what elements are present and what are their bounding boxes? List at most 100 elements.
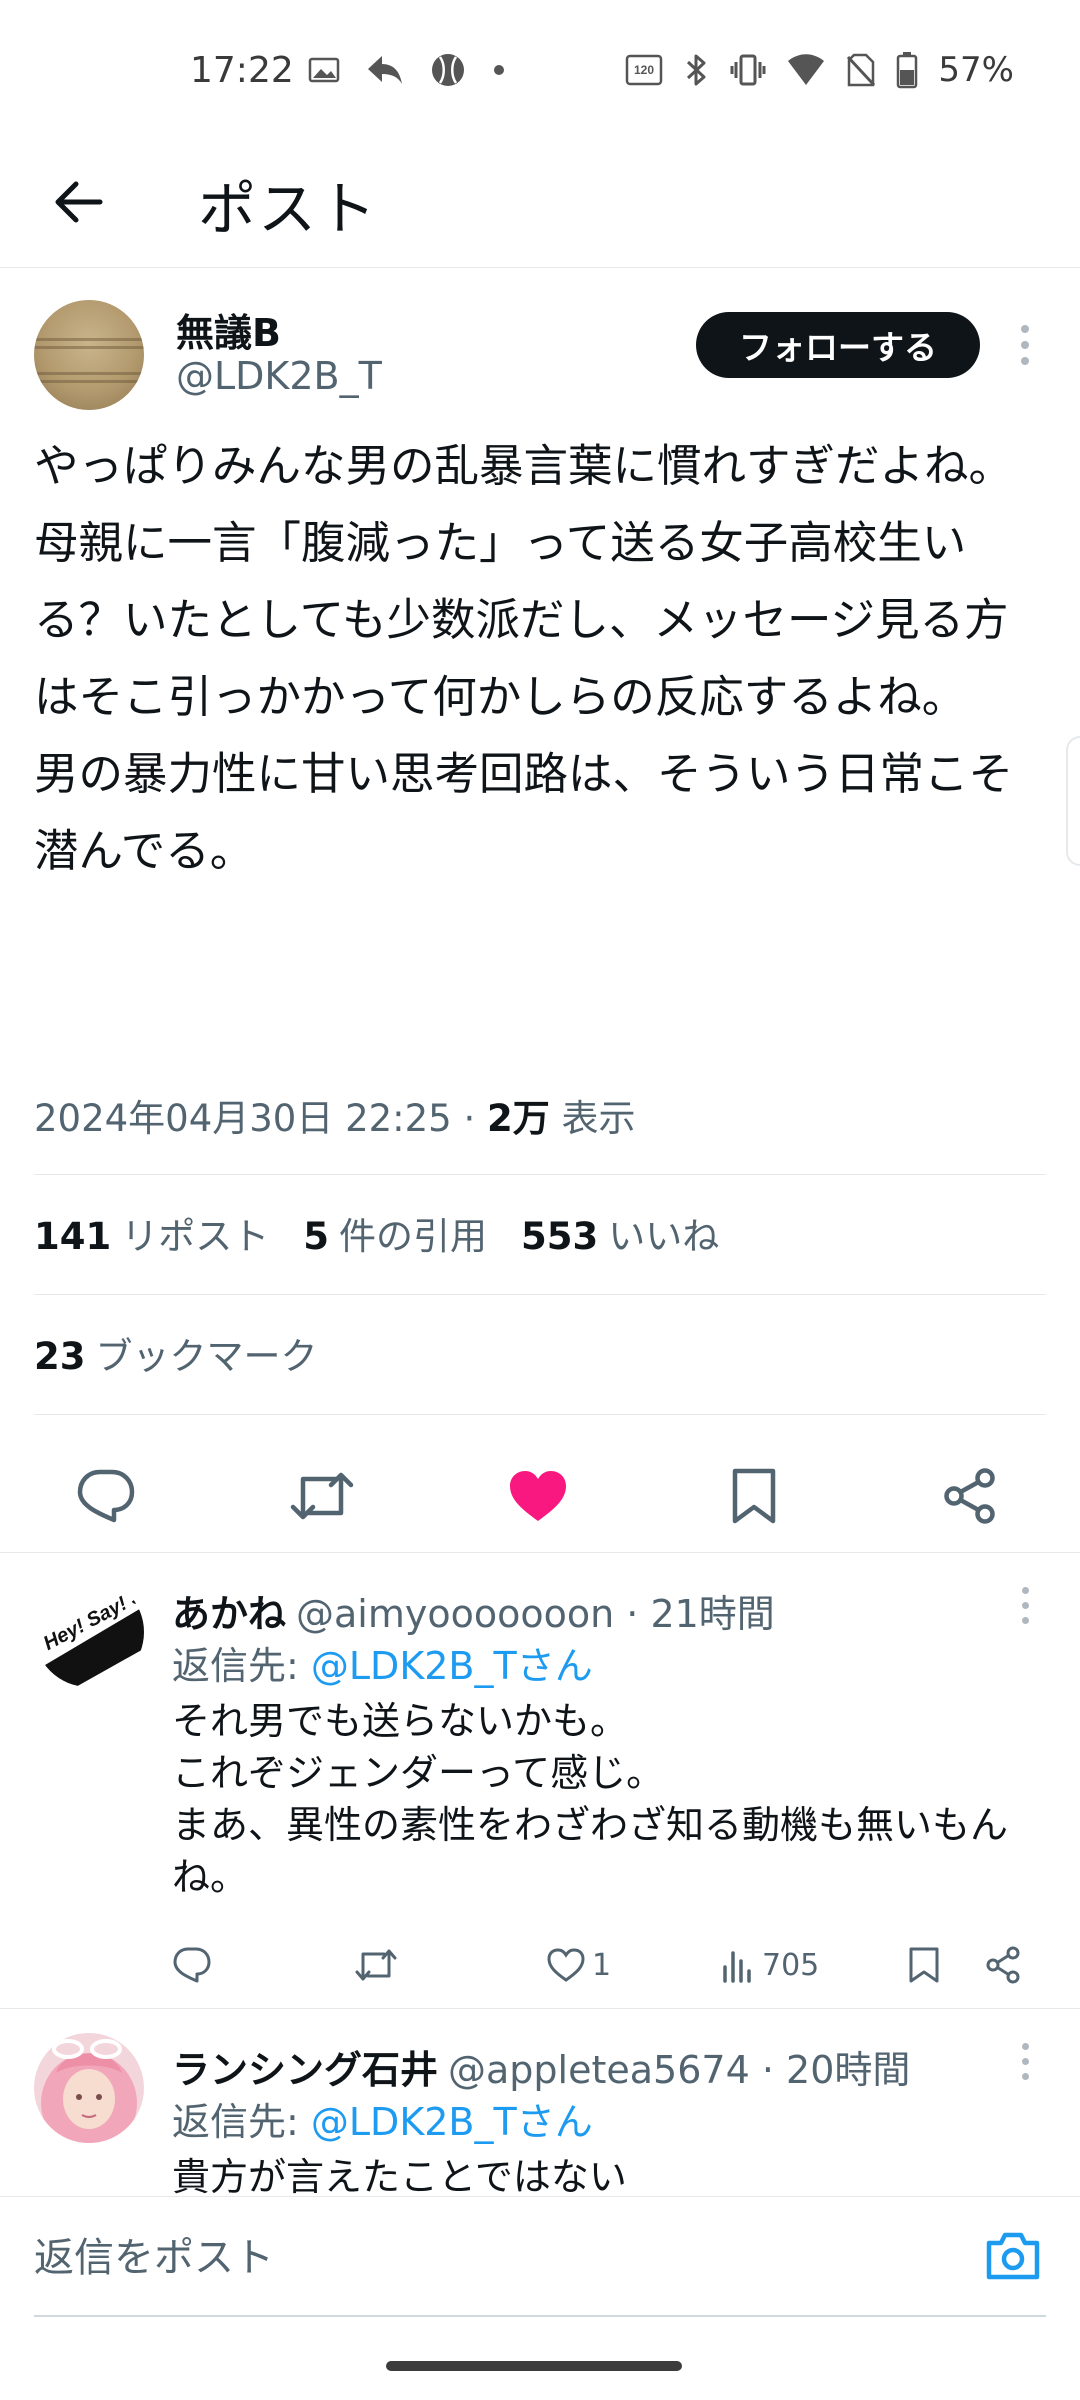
back-arrow-icon xyxy=(55,181,103,223)
reply-views-count: 705 xyxy=(762,1947,820,1983)
bookmark-icon xyxy=(909,1947,939,1983)
reply-like-count: 1 xyxy=(592,1947,612,1983)
bookmark-button[interactable] xyxy=(716,1458,792,1534)
share-icon xyxy=(986,1946,1020,1984)
reply-header: あかね @aimyooooooon · 21時間 xyxy=(172,1583,775,1638)
author-name[interactable]: 無議B xyxy=(176,302,281,357)
baseball-icon xyxy=(430,52,466,88)
quotes-label: 件の引用 xyxy=(338,1215,487,1258)
reply-to-prefix: 返信先: xyxy=(172,1644,311,1688)
reply-timestamp: · 21時間 xyxy=(626,1592,775,1636)
reply-to-link[interactable]: @LDK2B_Tさん xyxy=(311,2100,593,2144)
status-bar: 17:22 120 57% xyxy=(0,0,1080,150)
reply-input[interactable]: 返信をポスト xyxy=(34,2225,274,2283)
divider xyxy=(34,1414,1046,1415)
author-avatar[interactable] xyxy=(34,300,144,410)
reply-button[interactable] xyxy=(68,1458,144,1534)
edge-handle[interactable] xyxy=(1066,736,1080,866)
post-text: やっぱりみんな男の乱暴言葉に慣れすぎだよね。 母親に一言「腹減った」って送る女子… xyxy=(34,441,1014,877)
reply-avatar[interactable] xyxy=(34,2033,144,2143)
reply-author-name[interactable]: あかね xyxy=(172,1592,286,1636)
reply-timestamp: · 20時間 xyxy=(761,2048,911,2092)
reply-more-icon[interactable] xyxy=(1010,1583,1040,1627)
reply-author-handle[interactable]: @aimyooooooon xyxy=(296,1592,614,1636)
divider xyxy=(34,1294,1046,1295)
reply-to-link[interactable]: @LDK2B_Tさん xyxy=(311,1644,593,1688)
status-system-icons: 120 57% xyxy=(624,50,1014,90)
quotes-count: 5 xyxy=(303,1215,329,1258)
bookmarks-label: ブックマーク xyxy=(95,1335,318,1378)
refresh-rate-120hz-icon: 120 xyxy=(624,53,664,87)
reposts-label: リポスト xyxy=(121,1215,270,1258)
reply-author-name[interactable]: ランシング石井 xyxy=(172,2048,438,2092)
repost-icon xyxy=(355,1949,397,1981)
dot-icon xyxy=(492,63,506,77)
reply-icon xyxy=(173,1947,211,1983)
camera-button[interactable] xyxy=(978,2221,1048,2291)
bookmarks-count: 23 xyxy=(34,1335,86,1378)
reply-more-icon[interactable] xyxy=(1010,2039,1040,2083)
more-options-icon[interactable] xyxy=(1010,320,1040,370)
refresh-rate-text: 120 xyxy=(634,63,654,77)
follow-button[interactable]: フォローする xyxy=(696,312,980,378)
back-button[interactable] xyxy=(40,164,116,240)
reply-arrow-icon xyxy=(366,54,404,86)
reply-avatar-image: Hey! Say! JUMP xyxy=(34,1577,144,1687)
wifi-icon xyxy=(786,53,826,87)
reply-share-button[interactable] xyxy=(984,1935,1022,1995)
home-indicator[interactable] xyxy=(386,2361,682,2371)
post-action-bar xyxy=(0,1446,1080,1546)
heart-filled-icon xyxy=(510,1471,566,1521)
author-handle[interactable]: @LDK2B_T xyxy=(176,354,382,398)
post-meta: 2024年04月30日 22:25 · 2万 表示 xyxy=(34,1088,636,1142)
reply-repost-button[interactable] xyxy=(354,1935,398,1995)
engagement-stats: 141 リポスト 5 件の引用 553 いいね xyxy=(34,1206,719,1260)
heart-outline-icon xyxy=(547,1948,585,1982)
likes-count: 553 xyxy=(520,1215,599,1258)
analytics-icon xyxy=(723,1951,751,1983)
status-time: 17:22 xyxy=(190,50,294,91)
bookmarks-stat[interactable]: 23 ブックマーク xyxy=(34,1326,318,1380)
reposts-count: 141 xyxy=(34,1215,112,1258)
meta-separator: · xyxy=(463,1097,476,1140)
reply-avatar[interactable]: Hey! Say! JUMP xyxy=(34,1577,144,1687)
top-app-bar: ポスト xyxy=(0,150,1080,268)
gallery-icon xyxy=(308,56,340,84)
reply-text: それ男でも送らないかも。 これぞジェンダーって感じ。 まあ、異性の素性をわざわざ… xyxy=(172,1699,1009,1899)
battery-icon xyxy=(896,51,918,89)
post-datetime[interactable]: 2024年04月30日 22:25 xyxy=(34,1097,452,1140)
share-button[interactable] xyxy=(932,1458,1008,1534)
like-button[interactable] xyxy=(500,1458,576,1534)
reply-text: 貴方が言えたことではない xyxy=(172,2155,627,2196)
reply-item[interactable]: ランシング石井 @appletea5674 · 20時間 返信先: @LDK2B_… xyxy=(0,2009,1080,2196)
reply-views-button[interactable]: 705 xyxy=(720,1935,819,1995)
reply-to-line: 返信先: @LDK2B_Tさん xyxy=(172,2091,593,2146)
page-title: ポスト xyxy=(198,175,379,243)
reply-action-bar: 1 705 xyxy=(172,1935,1042,1995)
quotes-stat[interactable]: 5 件の引用 xyxy=(303,1206,487,1260)
reply-to-prefix: 返信先: xyxy=(172,2100,311,2144)
vibrate-icon xyxy=(730,53,766,87)
reply-bookmark-button[interactable] xyxy=(908,1935,940,1995)
reply-composer: 返信をポスト xyxy=(0,2196,1080,2318)
likes-stat[interactable]: 553 いいね xyxy=(521,1206,719,1260)
camera-icon xyxy=(986,2232,1040,2280)
reply-author-handle[interactable]: @appletea5674 xyxy=(448,2048,750,2092)
likes-label: いいね xyxy=(608,1215,720,1258)
bookmark-icon xyxy=(732,1468,776,1524)
share-icon xyxy=(944,1468,995,1524)
no-sim-icon xyxy=(846,53,876,87)
divider xyxy=(34,1174,1046,1175)
reposts-stat[interactable]: 141 リポスト xyxy=(34,1206,269,1260)
reply-header: ランシング石井 @appletea5674 · 20時間 xyxy=(172,2039,910,2094)
repost-button[interactable] xyxy=(284,1458,360,1534)
reply-item[interactable]: Hey! Say! JUMP あかね @aimyooooooon · 21時間 返… xyxy=(0,1553,1080,2007)
input-underline xyxy=(34,2315,1046,2317)
reply-reply-button[interactable] xyxy=(172,1935,212,1995)
bluetooth-icon xyxy=(684,52,710,88)
battery-percentage: 57% xyxy=(938,50,1014,90)
reply-like-button[interactable]: 1 xyxy=(546,1935,611,1995)
reply-avatar-image xyxy=(34,2033,144,2143)
repost-icon xyxy=(290,1472,354,1520)
reply-icon xyxy=(77,1469,135,1523)
